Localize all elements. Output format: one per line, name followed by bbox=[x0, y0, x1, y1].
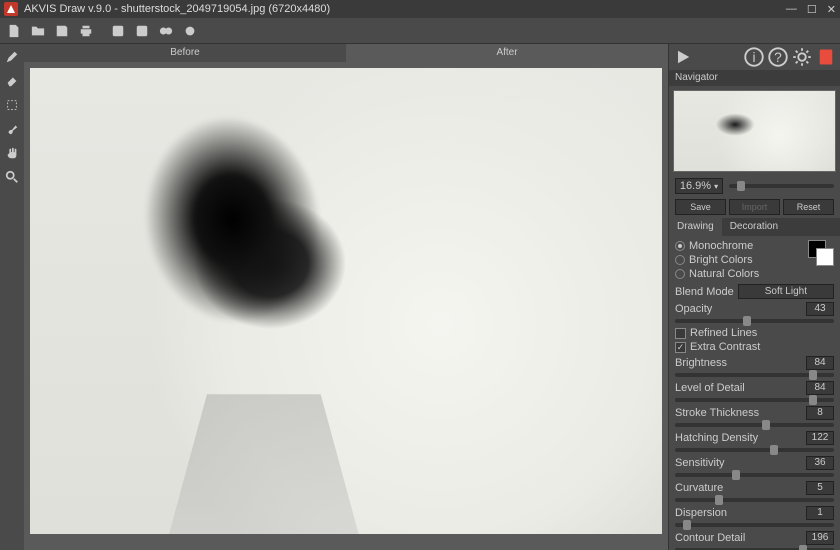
tab-after[interactable]: After bbox=[346, 44, 668, 62]
curvature-value[interactable]: 5 bbox=[806, 481, 834, 495]
pencil-tool-icon[interactable] bbox=[3, 48, 21, 66]
preset-save-button[interactable]: Save bbox=[675, 199, 726, 215]
contour-detail-value[interactable]: 196 bbox=[806, 531, 834, 545]
blend-mode-label: Blend Mode bbox=[675, 286, 734, 298]
preset-import-button[interactable]: Import bbox=[729, 199, 780, 215]
tab-before[interactable]: Before bbox=[24, 44, 346, 62]
extra-contrast-checkbox[interactable]: Extra Contrast bbox=[675, 341, 834, 353]
tab-decoration[interactable]: Decoration bbox=[722, 218, 786, 236]
right-panel: i ? Navigator 16.9%▾ Save Import Reset D… bbox=[668, 44, 840, 550]
window-title: AKVIS Draw v.9.0 - shutterstock_20497190… bbox=[24, 3, 786, 15]
opacity-slider[interactable] bbox=[675, 319, 834, 323]
stroke-thickness-value[interactable]: 8 bbox=[806, 406, 834, 420]
brightness-value[interactable]: 84 bbox=[806, 356, 834, 370]
titlebar: AKVIS Draw v.9.0 - shutterstock_20497190… bbox=[0, 0, 840, 18]
view-tabs: Before After bbox=[24, 44, 668, 62]
opacity-value[interactable]: 43 bbox=[806, 302, 834, 316]
hatching-density-slider[interactable] bbox=[675, 448, 834, 452]
close-button[interactable]: ✕ bbox=[827, 3, 836, 16]
zoom-tool-icon[interactable] bbox=[3, 168, 21, 186]
hatching-density-value[interactable]: 122 bbox=[806, 431, 834, 445]
navigator-header: Navigator bbox=[669, 70, 840, 86]
sensitivity-value[interactable]: 36 bbox=[806, 456, 834, 470]
top-toolbar bbox=[0, 18, 840, 44]
print-icon[interactable] bbox=[76, 21, 96, 41]
canvas-area: Before After bbox=[24, 44, 668, 550]
info-icon[interactable]: i bbox=[744, 47, 764, 67]
open-icon[interactable] bbox=[28, 21, 48, 41]
eraser-tool-icon[interactable] bbox=[3, 72, 21, 90]
navigator-thumbnail[interactable] bbox=[673, 90, 836, 172]
rendered-image bbox=[30, 68, 662, 534]
blend-mode-select[interactable]: Soft Light bbox=[738, 284, 834, 299]
stroke-thickness-slider[interactable] bbox=[675, 423, 834, 427]
new-document-icon[interactable] bbox=[4, 21, 24, 41]
dispersion-value[interactable]: 1 bbox=[806, 506, 834, 520]
maximize-button[interactable]: ☐ bbox=[807, 3, 817, 16]
level-detail-slider[interactable] bbox=[675, 398, 834, 402]
dispersion-slider[interactable] bbox=[675, 523, 834, 527]
radio-natural-colors[interactable]: Natural Colors bbox=[675, 268, 834, 280]
svg-text:?: ? bbox=[774, 50, 782, 65]
share-icon[interactable] bbox=[180, 21, 200, 41]
zoom-value[interactable]: 16.9%▾ bbox=[675, 178, 723, 194]
color-swatch[interactable] bbox=[808, 240, 834, 266]
brightness-slider[interactable] bbox=[675, 373, 834, 377]
selection-tool-icon[interactable] bbox=[3, 96, 21, 114]
curvature-slider[interactable] bbox=[675, 498, 834, 502]
zoom-slider[interactable] bbox=[729, 184, 834, 188]
level-detail-value[interactable]: 84 bbox=[806, 381, 834, 395]
compare-icon[interactable] bbox=[156, 21, 176, 41]
left-toolbox bbox=[0, 44, 24, 550]
batch-icon[interactable] bbox=[132, 21, 152, 41]
save-icon[interactable] bbox=[52, 21, 72, 41]
parameters-panel: Monochrome Bright Colors Natural Colors … bbox=[669, 236, 840, 550]
brush-tool-icon[interactable] bbox=[3, 120, 21, 138]
run-button-icon[interactable] bbox=[673, 47, 693, 67]
image-canvas[interactable] bbox=[24, 62, 668, 540]
hand-tool-icon[interactable] bbox=[3, 144, 21, 162]
settings-icon[interactable] bbox=[792, 47, 812, 67]
sensitivity-slider[interactable] bbox=[675, 473, 834, 477]
refined-lines-checkbox[interactable]: Refined Lines bbox=[675, 327, 834, 339]
canvas-scrollbar[interactable] bbox=[24, 540, 668, 550]
tab-drawing[interactable]: Drawing bbox=[669, 218, 722, 236]
minimize-button[interactable]: — bbox=[786, 3, 797, 16]
export-icon[interactable] bbox=[108, 21, 128, 41]
help-icon[interactable]: ? bbox=[768, 47, 788, 67]
notification-icon[interactable] bbox=[816, 47, 836, 67]
svg-text:i: i bbox=[752, 50, 755, 65]
preset-reset-button[interactable]: Reset bbox=[783, 199, 834, 215]
app-logo-icon bbox=[4, 2, 18, 16]
